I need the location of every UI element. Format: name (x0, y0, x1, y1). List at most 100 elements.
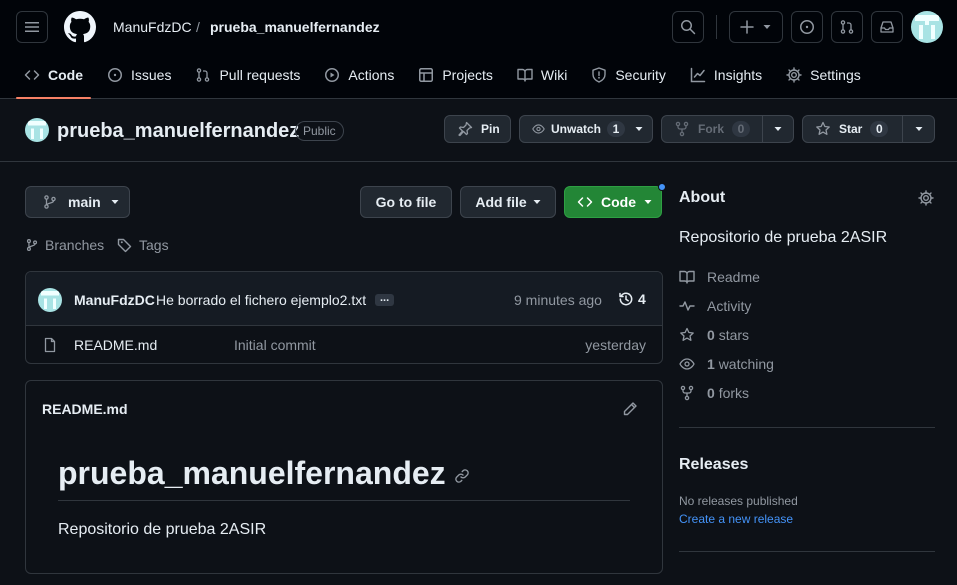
code-button-label: Code (601, 194, 636, 210)
triangle-down-icon (644, 200, 652, 204)
hamburger-menu-button[interactable] (16, 11, 48, 43)
history-icon (619, 292, 633, 306)
tab-code[interactable]: Code (16, 56, 91, 99)
tab-settings[interactable]: Settings (778, 56, 869, 94)
code-icon (24, 70, 40, 80)
pencil-icon (623, 402, 637, 416)
file-table: ManuFdzDC He borrado el fichero ejemplo2… (25, 271, 663, 364)
pulse-icon (679, 301, 695, 311)
link-icon[interactable] (454, 468, 470, 484)
no-releases-text: No releases published (679, 494, 798, 508)
identicon-icon (915, 15, 939, 39)
inbox-icon (880, 21, 894, 33)
fork-dropdown[interactable] (763, 125, 793, 133)
star-main[interactable]: Star 0 (803, 121, 902, 137)
star-icon (816, 121, 830, 135)
releases-title[interactable]: Releases (679, 456, 748, 474)
inbox-button[interactable] (871, 11, 903, 43)
identicon-icon (28, 121, 46, 139)
readme-filename[interactable]: README.md (42, 401, 128, 417)
notification-dot (658, 183, 666, 191)
search-icon (681, 20, 696, 35)
branch-select-button[interactable]: main (25, 186, 130, 218)
hamburger-icon (25, 22, 39, 32)
tab-pull-requests[interactable]: Pull requests (187, 56, 308, 94)
heading-divider (58, 500, 630, 501)
header-divider (716, 15, 717, 39)
create-release-link[interactable]: Create a new release (679, 512, 793, 526)
graph-icon (690, 67, 706, 83)
commit-author[interactable]: ManuFdzDC (74, 292, 155, 308)
github-logo-icon[interactable] (64, 11, 96, 43)
repo-name[interactable]: prueba_manuelfernandez (57, 119, 299, 143)
about-stars-link[interactable]: 0 stars (679, 327, 749, 343)
tab-actions-label: Actions (348, 67, 395, 83)
commit-expand-button[interactable]: ... (375, 293, 395, 306)
about-forks-link[interactable]: 0 forks (679, 385, 749, 401)
watching-label: watching (718, 356, 774, 372)
watch-dropdown[interactable] (625, 125, 652, 133)
sidebar-divider-2 (679, 551, 935, 552)
breadcrumb-owner[interactable]: ManuFdzDC (113, 18, 192, 36)
tab-security[interactable]: Security (583, 56, 674, 94)
about-settings-button[interactable] (918, 190, 934, 206)
tags-label: Tags (139, 237, 169, 253)
go-to-file-button[interactable]: Go to file (360, 186, 452, 218)
search-button[interactable] (672, 11, 704, 43)
branches-link[interactable]: Branches (25, 237, 104, 253)
tags-link[interactable]: Tags (117, 237, 169, 253)
about-readme-link[interactable]: Readme (679, 269, 760, 285)
file-icon (44, 337, 56, 353)
eye-icon (532, 124, 545, 134)
tab-insights[interactable]: Insights (682, 56, 770, 94)
tab-actions[interactable]: Actions (316, 56, 402, 94)
tab-issues-label: Issues (131, 67, 172, 83)
issue-opened-icon (800, 20, 814, 34)
star-button[interactable]: Star 0 (802, 115, 935, 143)
tab-wiki[interactable]: Wiki (509, 56, 575, 94)
triangle-down-icon (635, 127, 642, 131)
watch-count: 1 (607, 121, 625, 137)
breadcrumb-repo[interactable]: prueba_manuelfernandez (210, 18, 380, 36)
triangle-down-icon (774, 127, 782, 131)
commit-author-avatar[interactable] (38, 288, 62, 312)
commit-message[interactable]: He borrado el fichero ejemplo2.txt (156, 292, 366, 308)
user-avatar[interactable] (911, 11, 943, 43)
file-name[interactable]: README.md (74, 337, 157, 353)
stars-label: stars (718, 327, 750, 343)
watch-main[interactable]: Unwatch 1 (520, 121, 625, 137)
git-branch-icon (44, 195, 56, 209)
tab-insights-label: Insights (713, 67, 763, 83)
star-dropdown[interactable] (903, 125, 934, 133)
book-icon (517, 68, 533, 82)
repo-owner-avatar[interactable] (25, 118, 49, 142)
branches-label: Branches (45, 237, 105, 253)
git-pull-request-icon (840, 20, 854, 34)
fork-button[interactable]: Fork 0 (661, 115, 794, 143)
commit-history-link[interactable]: 4 (618, 291, 646, 307)
issues-button[interactable] (791, 11, 823, 43)
about-activity-link[interactable]: Activity (679, 298, 751, 314)
tab-projects[interactable]: Projects (410, 56, 501, 94)
file-commit-message[interactable]: Initial commit (234, 337, 316, 353)
about-description: Repositorio de prueba 2ASIR (679, 229, 888, 246)
about-activity-label: Activity (707, 298, 752, 314)
tab-issues[interactable]: Issues (99, 56, 179, 94)
about-watching-link[interactable]: 1 watching (679, 356, 774, 372)
file-row[interactable]: README.md Initial commit yesterday (26, 326, 662, 363)
tab-settings-label: Settings (810, 67, 861, 83)
sidebar-divider (679, 427, 935, 428)
fork-main[interactable]: Fork 0 (662, 121, 762, 137)
code-dropdown-button[interactable]: Code (564, 186, 662, 218)
watch-label: Unwatch (550, 122, 601, 136)
edit-readme-button[interactable] (614, 395, 646, 423)
readme-heading-row: prueba_manuelfernandez (58, 454, 470, 492)
star-count: 0 (870, 121, 889, 137)
pin-label: Pin (481, 122, 500, 136)
pull-requests-button[interactable] (831, 11, 863, 43)
repo-forked-icon (675, 121, 689, 137)
watch-button[interactable]: Unwatch 1 (519, 115, 653, 143)
create-new-button[interactable] (729, 11, 783, 43)
add-file-button[interactable]: Add file (460, 186, 556, 218)
pin-button[interactable]: Pin (444, 115, 511, 143)
